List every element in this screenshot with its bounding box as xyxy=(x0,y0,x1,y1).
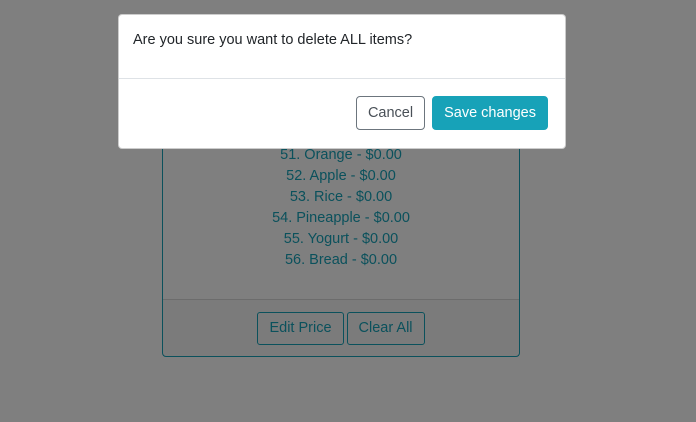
cancel-button[interactable]: Cancel xyxy=(355,96,426,130)
save-changes-button[interactable]: Save changes xyxy=(432,96,548,130)
modal-body: Are you sure you want to delete ALL item… xyxy=(119,15,565,79)
modal-footer: Cancel Save changes xyxy=(119,78,565,148)
modal-message: Are you sure you want to delete ALL item… xyxy=(133,32,413,48)
confirm-delete-modal: Are you sure you want to delete ALL item… xyxy=(118,14,566,149)
